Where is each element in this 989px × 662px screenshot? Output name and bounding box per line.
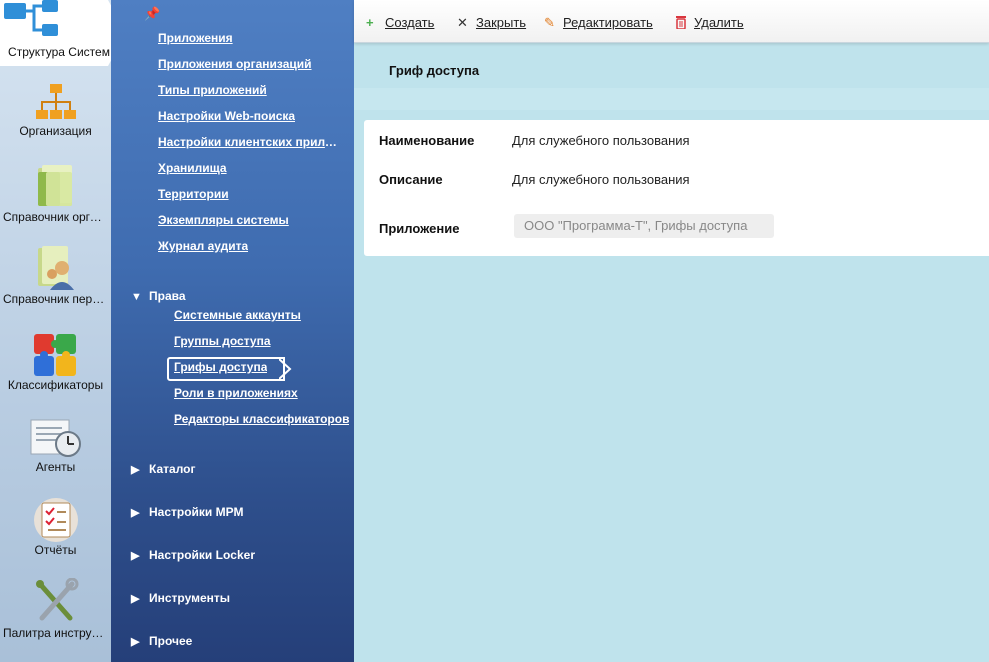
nav-section-catalog[interactable]: ▶ Каталог [131, 462, 196, 476]
nav-section-other[interactable]: ▶ Прочее [131, 634, 192, 648]
rail-item-label: Палитра инструментов [3, 626, 111, 640]
nav-link-classifier-editors[interactable]: Редакторы классификаторов [174, 412, 349, 426]
puzzle-icon [33, 334, 76, 376]
application-field[interactable]: ООО "Программа-Т", Грифы доступа [514, 214, 774, 238]
trash-icon [675, 15, 691, 30]
plus-icon: + [366, 15, 374, 30]
nav-link-territories[interactable]: Территории [158, 187, 229, 201]
rail-item-organization[interactable]: Организация [0, 82, 111, 138]
create-button[interactable]: + Создать [366, 15, 434, 30]
rail-item-reports[interactable]: Отчёты [0, 497, 111, 557]
name-value: Для служебного пользования [512, 133, 690, 148]
nav-section-locker-settings[interactable]: ▶ Настройки Locker [131, 548, 255, 562]
tools-icon [35, 578, 78, 621]
agents-clock-icon [30, 419, 81, 457]
rail-item-tool-palette[interactable]: Палитра инструментов [0, 578, 111, 640]
description-label: Описание [379, 172, 443, 187]
details-card: Наименование Для служебного пользования … [364, 120, 989, 256]
nav-link-org-applications[interactable]: Приложения организаций [158, 57, 312, 71]
toolbar: + Создать ✕ Закрыть ✎ Редактировать Удалить [354, 0, 989, 43]
personnel-folder-icon [37, 246, 74, 290]
nav-link-applications[interactable]: Приложения [158, 31, 233, 45]
nav-section-tools[interactable]: ▶ Инструменты [131, 591, 230, 605]
collapsed-triangle-icon: ▶ [131, 464, 140, 476]
collapsed-triangle-icon: ▶ [131, 507, 140, 519]
rail-item-label: Отчёты [34, 543, 77, 557]
rail-item-org-directory[interactable]: Справочник организаций [0, 162, 111, 224]
rail-item-agents[interactable]: Агенты [0, 416, 111, 474]
rail-item-label: Агенты [35, 460, 76, 474]
reports-checklist-icon [33, 498, 78, 542]
page-header: Гриф доступа [354, 43, 989, 88]
rail-item-label: Справочник персонала [3, 292, 111, 306]
expanded-triangle-icon: ▼ [131, 291, 142, 303]
close-icon: ✕ [457, 15, 468, 30]
nav-link-access-classifications[interactable]: Грифы доступа [174, 360, 267, 374]
pin-icon[interactable]: 📌 [144, 6, 160, 22]
rail-item-label: Структура Систем [8, 45, 110, 59]
nav-link-application-types[interactable]: Типы приложений [158, 83, 267, 97]
description-value: Для служебного пользования [512, 172, 690, 187]
rail-item-classifiers[interactable]: Классификаторы [0, 330, 111, 392]
rail-item-label: Справочник организаций [3, 210, 111, 224]
module-rail: Структура Систем Организация Справочник … [0, 0, 118, 662]
pencil-icon: ✎ [544, 15, 555, 30]
header-divider-strip [354, 88, 989, 110]
nav-section-rights[interactable]: ▼ Права [131, 289, 186, 303]
nav-section-mrm-settings[interactable]: ▶ Настройки МРМ [131, 505, 243, 519]
nav-link-storages[interactable]: Хранилища [158, 161, 227, 175]
page-title: Гриф доступа [389, 63, 480, 78]
rail-item-label: Классификаторы [7, 378, 104, 392]
organization-chart-icon [35, 84, 76, 119]
nav-link-client-app-settings[interactable]: Настройки клиентских приложений [158, 135, 338, 149]
nav-link-system-instances[interactable]: Экземпляры системы [158, 213, 289, 227]
collapsed-triangle-icon: ▶ [131, 636, 140, 648]
delete-button[interactable]: Удалить [675, 15, 744, 30]
nav-link-web-search-settings[interactable]: Настройки Web-поиска [158, 109, 295, 123]
navigation-panel: 📌 Приложения Приложения организаций Типы… [111, 0, 354, 662]
nav-link-application-roles[interactable]: Роли в приложениях [174, 386, 298, 400]
selected-arrow-icon [279, 358, 292, 380]
close-button[interactable]: ✕ Закрыть [457, 15, 526, 31]
nav-link-system-accounts[interactable]: Системные аккаунты [174, 308, 301, 322]
folder-icon [37, 165, 72, 206]
name-label: Наименование [379, 133, 475, 148]
collapsed-triangle-icon: ▶ [131, 593, 140, 605]
rail-item-personnel-directory[interactable]: Справочник персонала [0, 244, 111, 306]
nav-link-audit-log[interactable]: Журнал аудита [158, 239, 248, 253]
content-area: + Создать ✕ Закрыть ✎ Редактировать Удалить… [354, 0, 989, 662]
application-label: Приложение [379, 221, 460, 236]
system-structure-icon [4, 0, 58, 36]
rail-item-system-structure[interactable]: Структура Систем [0, 0, 118, 66]
nav-link-access-groups[interactable]: Группы доступа [174, 334, 271, 348]
rail-item-label: Организация [19, 124, 92, 138]
edit-button[interactable]: ✎ Редактировать [544, 15, 653, 31]
collapsed-triangle-icon: ▶ [131, 550, 140, 562]
